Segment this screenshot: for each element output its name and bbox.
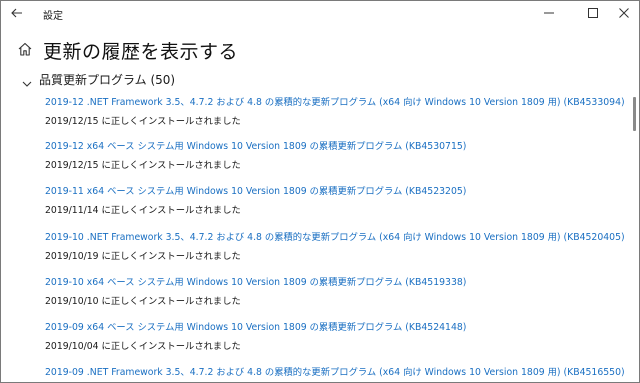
update-status: 2019/10/19 に正しくインストールされました xyxy=(45,251,241,262)
update-item: 2019-09 x64 ベース システム用 Windows 10 Version… xyxy=(45,322,625,353)
window-title: 設定 xyxy=(43,11,63,22)
home-button[interactable] xyxy=(17,41,33,57)
title-bar[interactable]: 設定 xyxy=(1,1,639,25)
chevron-down-icon xyxy=(22,81,32,87)
update-item: 2019-12 x64 ベース システム用 Windows 10 Version… xyxy=(45,141,625,172)
update-status: 2019/11/14 に正しくインストールされました xyxy=(45,205,241,216)
home-icon xyxy=(18,42,32,56)
section-title[interactable]: 品質更新プログラム (50) xyxy=(39,71,175,88)
settings-window: 設定 更新の履歴を表示する 品質更新プログラム (50) 2019-12 .NE… xyxy=(0,0,640,383)
minimize-button[interactable] xyxy=(534,1,564,25)
maximize-icon xyxy=(588,8,598,18)
update-status: 2019/10/04 に正しくインストールされました xyxy=(45,341,241,352)
update-link[interactable]: 2019-11 x64 ベース システム用 Windows 10 Version… xyxy=(45,186,625,198)
close-icon xyxy=(619,8,629,18)
update-item: 2019-10 x64 ベース システム用 Windows 10 Version… xyxy=(45,277,625,308)
update-status: 2019/12/15 に正しくインストールされました xyxy=(45,160,241,171)
update-item: 2019-12 .NET Framework 3.5、4.7.2 および 4.8… xyxy=(45,97,625,128)
minimize-icon xyxy=(544,12,554,14)
maximize-button[interactable] xyxy=(578,1,608,25)
update-link[interactable]: 2019-12 x64 ベース システム用 Windows 10 Version… xyxy=(45,141,625,153)
section-toggle[interactable] xyxy=(22,74,32,87)
update-link[interactable]: 2019-09 .NET Framework 3.5、4.7.2 および 4.8… xyxy=(45,367,625,379)
update-link[interactable]: 2019-10 x64 ベース システム用 Windows 10 Version… xyxy=(45,277,625,289)
back-arrow-icon xyxy=(11,8,22,18)
update-item: 2019-09 .NET Framework 3.5、4.7.2 および 4.8… xyxy=(45,367,625,382)
update-item: 2019-10 .NET Framework 3.5、4.7.2 および 4.8… xyxy=(45,232,625,263)
update-status: 2019/12/15 に正しくインストールされました xyxy=(45,116,241,127)
close-button[interactable] xyxy=(609,1,639,25)
page-title: 更新の履歴を表示する xyxy=(43,41,239,63)
update-link[interactable]: 2019-10 .NET Framework 3.5、4.7.2 および 4.8… xyxy=(45,232,625,244)
back-button[interactable] xyxy=(7,4,27,22)
update-item: 2019-11 x64 ベース システム用 Windows 10 Version… xyxy=(45,186,625,217)
update-link[interactable]: 2019-09 x64 ベース システム用 Windows 10 Version… xyxy=(45,322,625,334)
scrollbar-thumb[interactable] xyxy=(633,97,636,131)
update-status: 2019/10/10 に正しくインストールされました xyxy=(45,296,241,307)
update-link[interactable]: 2019-12 .NET Framework 3.5、4.7.2 および 4.8… xyxy=(45,97,625,109)
